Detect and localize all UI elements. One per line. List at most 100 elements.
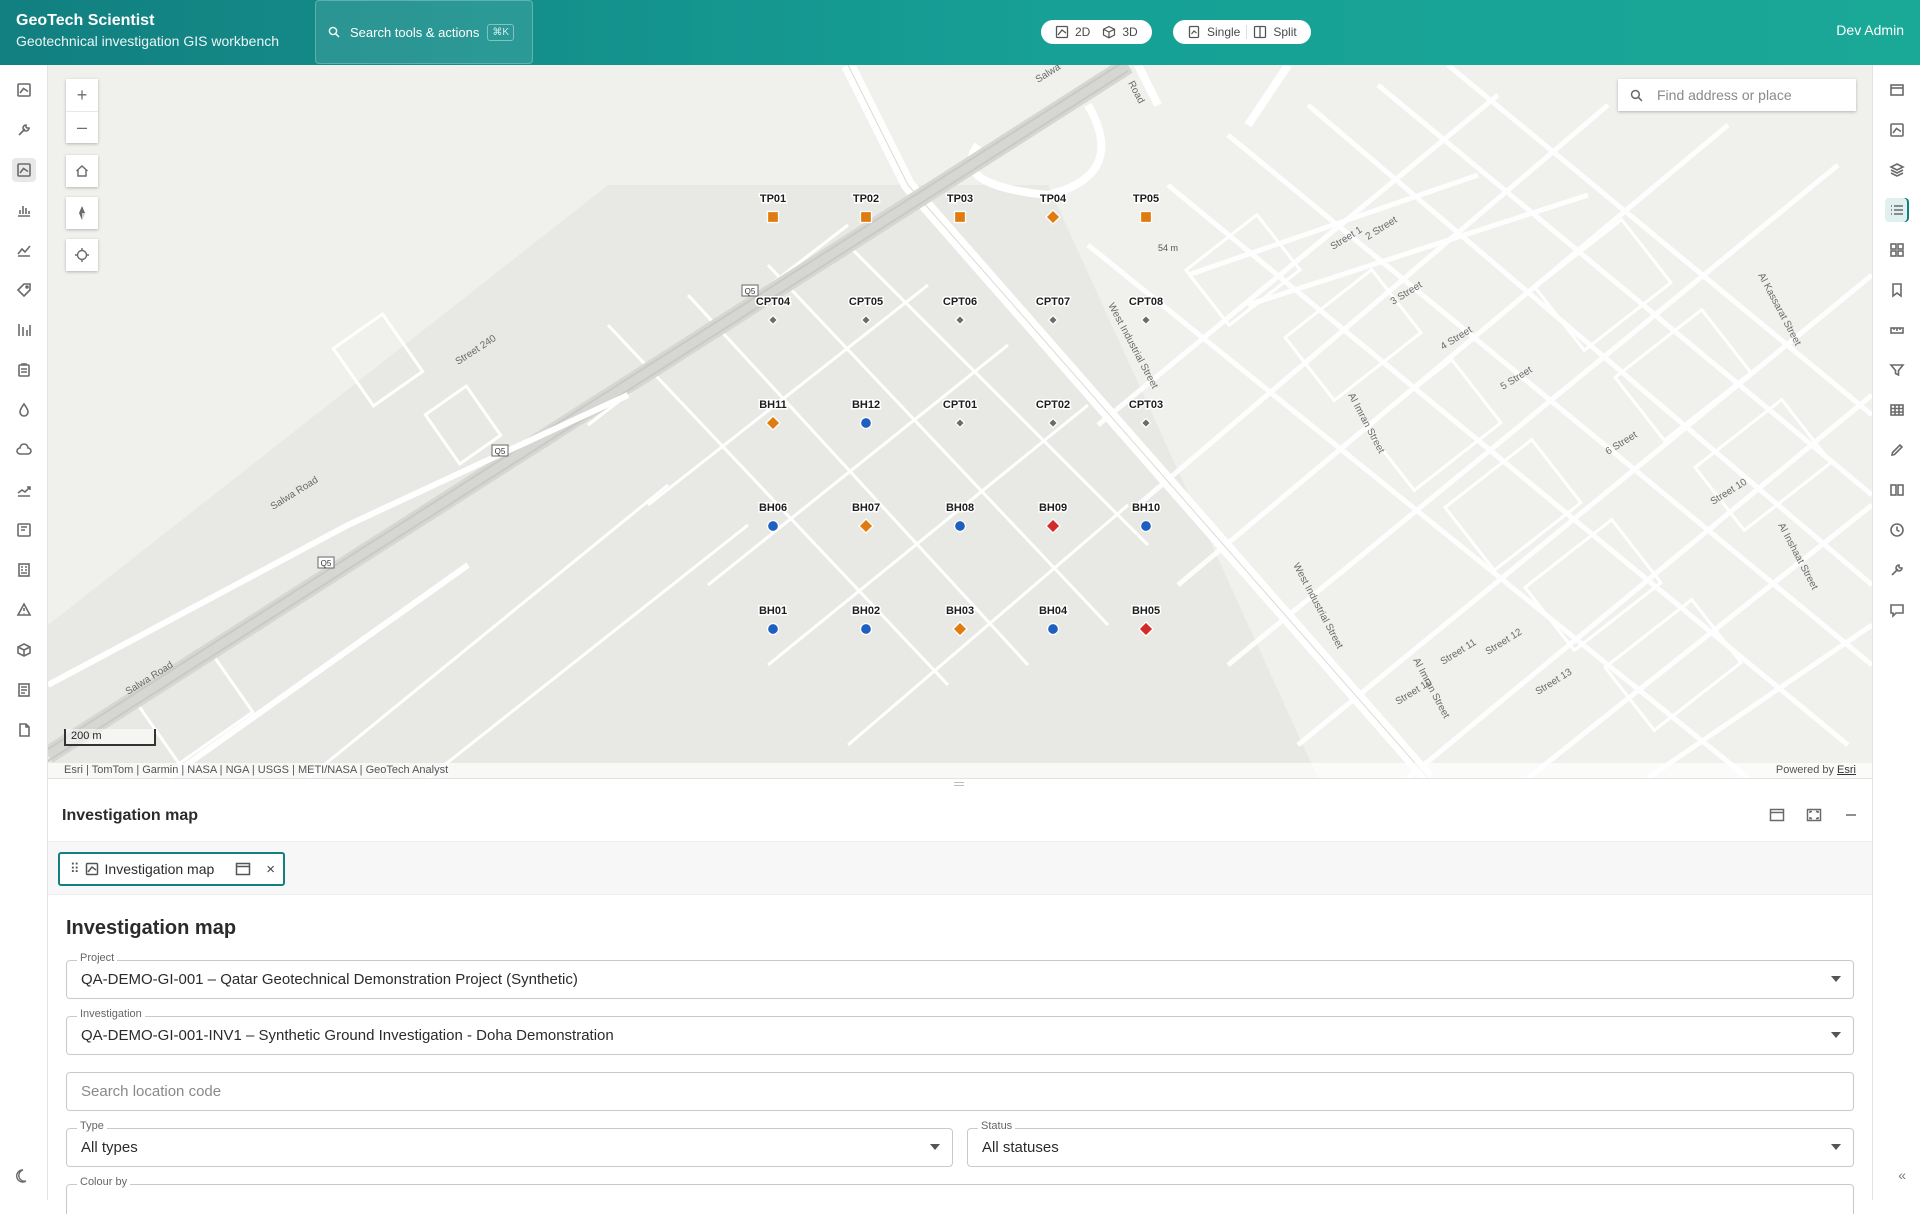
point-marker[interactable] — [1140, 314, 1152, 326]
zoom-out-button[interactable]: – — [66, 111, 98, 143]
table-button[interactable] — [1885, 398, 1909, 422]
mode-3d-label: 3D — [1122, 25, 1138, 39]
window-icon[interactable] — [235, 861, 251, 877]
collapse-rail-icon[interactable]: « — [1898, 1167, 1906, 1183]
trend-button[interactable] — [12, 478, 36, 502]
close-tab-icon[interactable]: × — [266, 861, 275, 878]
street-label: Street 11 — [1439, 637, 1479, 668]
location-code-search-input[interactable]: Search location code — [66, 1072, 1854, 1111]
investigation-point-cpt08[interactable]: CPT08 — [1127, 295, 1165, 326]
mode-2d-button[interactable]: 2D — [1049, 20, 1096, 44]
type-select[interactable]: Type All types — [66, 1120, 953, 1167]
split-view-icon — [1254, 25, 1267, 39]
panel-button[interactable] — [1885, 78, 1909, 102]
point-marker[interactable] — [859, 416, 873, 430]
minimize-icon — [1846, 814, 1856, 816]
point-label: BH05 — [1132, 605, 1160, 617]
grid-icon — [1890, 243, 1904, 257]
grid-button[interactable] — [1885, 238, 1909, 262]
point-label: BH12 — [852, 399, 880, 411]
find-address-input[interactable]: Find address or place — [1618, 79, 1856, 111]
layers-button[interactable] — [1885, 158, 1909, 182]
type-label: Type — [77, 1120, 107, 1132]
file-button[interactable] — [12, 718, 36, 742]
map-2d-icon — [1055, 25, 1069, 39]
point-marker[interactable] — [1046, 622, 1060, 636]
chevron-down-icon — [1831, 976, 1841, 982]
command-placeholder: Search tools & actions — [350, 24, 480, 40]
dark-mode-icon[interactable] — [14, 1167, 32, 1185]
file-icon — [19, 723, 30, 737]
filter-button[interactable] — [1885, 358, 1909, 382]
tab-investigation-map[interactable]: ⠿ Investigation map × — [58, 852, 285, 886]
clock-button[interactable] — [1885, 518, 1909, 542]
investigation-map-button[interactable] — [12, 158, 36, 182]
comment-button[interactable] — [1885, 598, 1909, 622]
colour-by-select[interactable]: Colour by — [66, 1176, 1854, 1214]
building-button[interactable] — [12, 558, 36, 582]
status-select[interactable]: Status All statuses — [967, 1120, 1854, 1167]
point-label: BH06 — [759, 502, 787, 514]
tools-button[interactable] — [1885, 558, 1909, 582]
compare-button[interactable] — [1885, 478, 1909, 502]
bookmark-button[interactable] — [1885, 278, 1909, 302]
map-button[interactable] — [1885, 118, 1909, 142]
tag-button[interactable] — [12, 278, 36, 302]
investigation-point-tp05[interactable]: TP05 — [1131, 192, 1161, 224]
single-view-button[interactable]: Single — [1181, 20, 1246, 44]
map-button[interactable] — [12, 78, 36, 102]
compass-icon — [79, 206, 85, 220]
clipboard-button[interactable] — [12, 358, 36, 382]
split-view-button[interactable]: Split — [1247, 20, 1302, 44]
investigation-select[interactable]: Investigation QA-DEMO-GI-001-INV1 – Synt… — [66, 1008, 1854, 1055]
map-view[interactable]: Q5 Q5 Q5 Salwa Road Street 240 Salwa Road W… — [48, 65, 1872, 778]
tools-button[interactable] — [12, 118, 36, 142]
user-menu[interactable]: Dev Admin — [1836, 22, 1904, 38]
drag-handle-icon[interactable]: ⠿ — [70, 861, 79, 877]
svg-text:Q5: Q5 — [495, 447, 506, 456]
point-marker[interactable] — [766, 519, 780, 533]
cube-button[interactable] — [12, 638, 36, 662]
measure-button[interactable] — [1885, 318, 1909, 342]
drop-button[interactable] — [12, 398, 36, 422]
comment-icon — [1890, 604, 1904, 618]
map-alt-button[interactable] — [12, 518, 36, 542]
street-label: 6 Street — [1604, 430, 1640, 458]
home-button[interactable] — [66, 155, 98, 187]
investigation-label: Investigation — [77, 1008, 145, 1020]
resize-handle[interactable] — [954, 782, 964, 786]
minimize-button[interactable] — [1842, 806, 1860, 824]
point-marker[interactable] — [766, 622, 780, 636]
layout-toggle: Single Split — [1173, 20, 1311, 44]
report-button[interactable] — [12, 678, 36, 702]
colour-by-label: Colour by — [77, 1176, 131, 1188]
project-label: Project — [77, 952, 118, 964]
warning-button[interactable] — [12, 598, 36, 622]
street-label: 2 Street — [1364, 215, 1400, 243]
point-marker[interactable] — [1139, 210, 1153, 224]
chevron-down-icon — [930, 1144, 940, 1150]
zoom-in-button[interactable]: + — [66, 79, 98, 111]
point-marker[interactable] — [953, 519, 967, 533]
point-marker[interactable] — [859, 622, 873, 636]
bar-chart-button[interactable] — [12, 198, 36, 222]
line-chart-button[interactable] — [12, 238, 36, 262]
command-search[interactable]: Search tools & actions ⌘K — [315, 0, 533, 64]
dock-button[interactable] — [1768, 806, 1786, 824]
compass-button[interactable] — [66, 197, 98, 229]
cloud-button[interactable] — [12, 438, 36, 462]
point-marker[interactable] — [953, 210, 967, 224]
point-marker[interactable] — [766, 210, 780, 224]
mode-3d-button[interactable]: 3D — [1096, 20, 1143, 44]
point-label: BH01 — [759, 605, 787, 617]
equalizer-button[interactable] — [12, 318, 36, 342]
point-marker[interactable] — [859, 210, 873, 224]
point-label: BH08 — [946, 502, 974, 514]
expand-button[interactable] — [1805, 806, 1823, 824]
esri-link[interactable]: Esri — [1837, 764, 1856, 776]
list-button[interactable] — [1885, 198, 1909, 222]
locate-button[interactable] — [66, 239, 98, 271]
point-marker[interactable] — [1139, 519, 1153, 533]
project-select[interactable]: Project QA-DEMO-GI-001 – Qatar Geotechni… — [66, 952, 1854, 999]
edit-button[interactable] — [1885, 438, 1909, 462]
